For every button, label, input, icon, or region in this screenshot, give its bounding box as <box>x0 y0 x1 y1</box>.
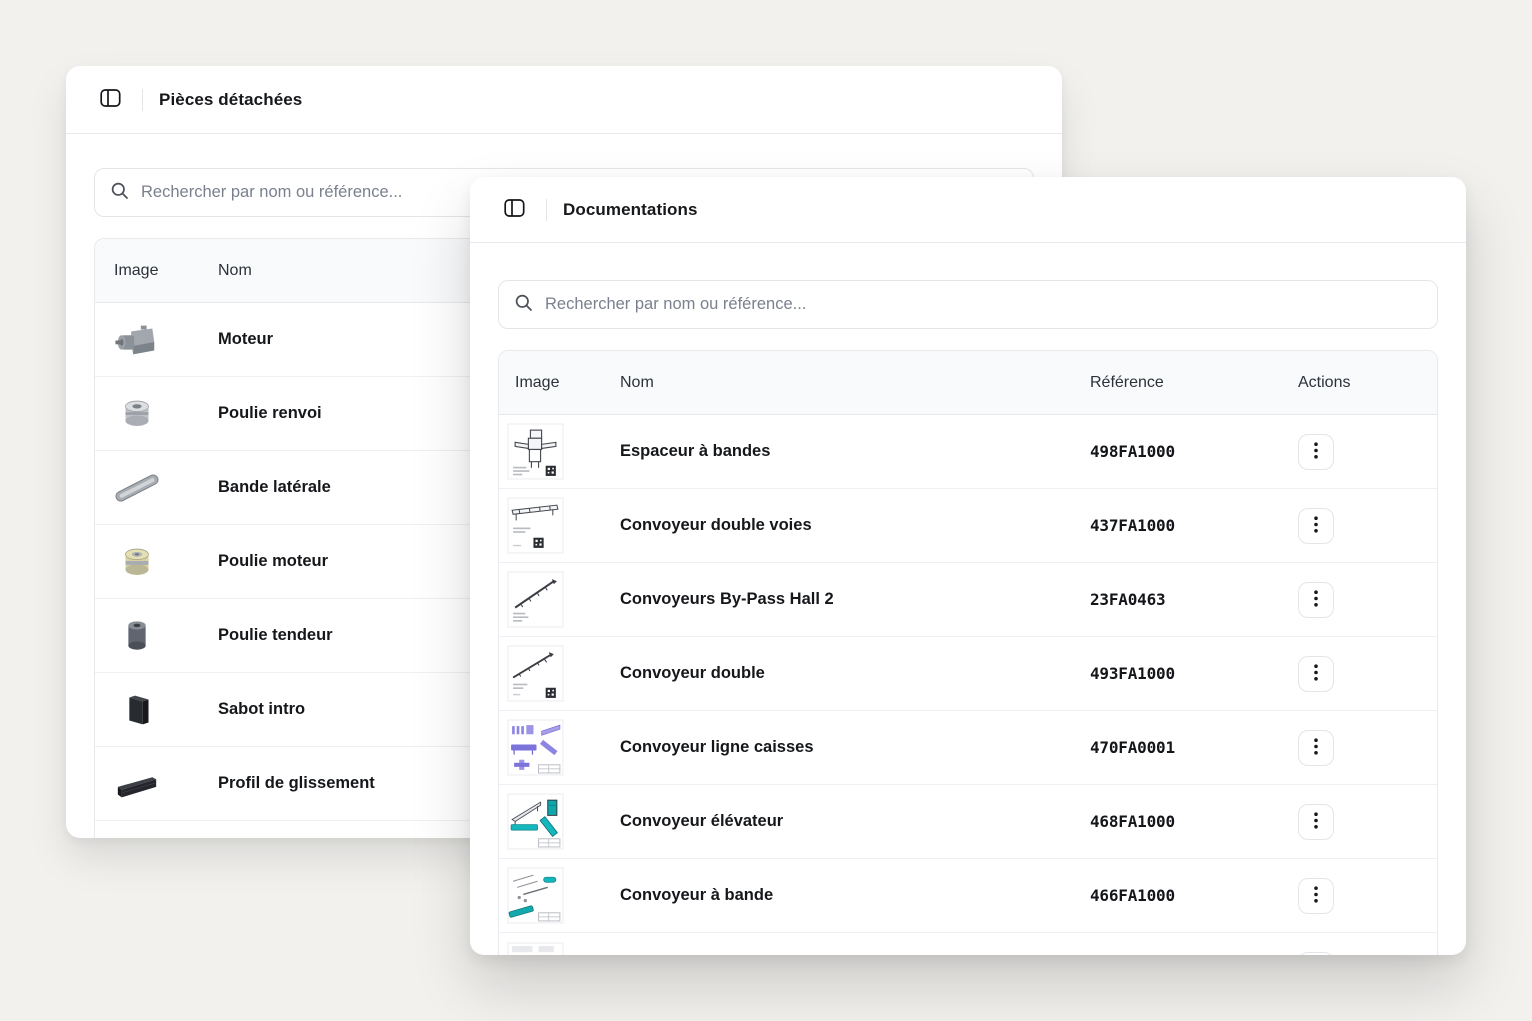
docs-window: Documentations Image Nom Référence Actio… <box>470 177 1466 955</box>
table-row[interactable]: Espaceur à bandes 498FA1000 <box>499 415 1437 489</box>
doc-thumbnail-bypass <box>507 571 564 628</box>
doc-reference: 493FA1000 <box>1090 664 1298 683</box>
table-row[interactable]: Convoyeur à bande 466FA1000 <box>499 859 1437 933</box>
doc-thumbnail-double <box>507 645 564 702</box>
doc-reference: 498FA1000 <box>1090 442 1298 461</box>
header-divider <box>142 89 143 111</box>
parts-window-header: Pièces détachées <box>66 66 1062 134</box>
row-actions-button[interactable] <box>1298 656 1334 692</box>
kebab-icon <box>1314 886 1318 906</box>
row-actions-button[interactable] <box>1298 582 1334 618</box>
column-header-name: Nom <box>620 374 1090 392</box>
doc-thumbnail-espaceur <box>507 423 564 480</box>
doc-name: Convoyeur élévateur <box>620 812 1090 831</box>
doc-thumbnail-a-bande <box>507 867 564 924</box>
table-row-partial <box>499 933 1437 955</box>
row-actions-button[interactable] <box>1298 878 1334 914</box>
row-actions-button[interactable] <box>1298 952 1334 955</box>
doc-thumbnail-elevateur <box>507 793 564 850</box>
doc-reference: 470FA0001 <box>1090 738 1298 757</box>
doc-thumbnail-partial <box>507 942 564 956</box>
product-thumbnail-moteur <box>114 317 160 363</box>
doc-name: Convoyeurs By-Pass Hall 2 <box>620 590 1090 609</box>
table-row[interactable]: Convoyeurs By-Pass Hall 2 23FA0463 <box>499 563 1437 637</box>
search-icon <box>514 293 533 317</box>
column-header-image: Image <box>499 374 620 392</box>
header-divider <box>546 199 547 221</box>
product-thumbnail-profil-glissement <box>114 761 160 807</box>
doc-reference: 468FA1000 <box>1090 812 1298 831</box>
doc-name: Convoyeur double voies <box>620 516 1090 535</box>
product-thumbnail-poulie-renvoi <box>114 391 160 437</box>
docs-search-input[interactable] <box>545 295 1422 314</box>
row-actions-button[interactable] <box>1298 804 1334 840</box>
doc-name: Convoyeur double <box>620 664 1090 683</box>
doc-name: Espaceur à bandes <box>620 442 1090 461</box>
column-header-actions: Actions <box>1298 374 1437 392</box>
table-row[interactable]: Convoyeur double 493FA1000 <box>499 637 1437 711</box>
table-row[interactable]: Convoyeur ligne caisses 470FA0001 <box>499 711 1437 785</box>
doc-name: Convoyeur à bande <box>620 886 1090 905</box>
kebab-icon <box>1314 812 1318 832</box>
panel-left-icon <box>100 88 121 111</box>
doc-reference: 466FA1000 <box>1090 886 1298 905</box>
table-row[interactable]: Convoyeur élévateur 468FA1000 <box>499 785 1437 859</box>
page-title: Pièces détachées <box>159 90 302 110</box>
doc-reference: 23FA0463 <box>1090 590 1298 609</box>
product-thumbnail-sabot-intro <box>114 687 160 733</box>
product-thumbnail-poulie-tendeur <box>114 613 160 659</box>
kebab-icon <box>1314 590 1318 610</box>
docs-table-header: Image Nom Référence Actions <box>499 351 1437 415</box>
product-thumbnail-poulie-moteur <box>114 539 160 585</box>
docs-search <box>498 280 1438 329</box>
column-header-reference: Référence <box>1090 374 1298 392</box>
row-actions-button[interactable] <box>1298 730 1334 766</box>
docs-table: Image Nom Référence Actions <box>498 350 1438 955</box>
panel-left-icon <box>504 198 525 221</box>
search-icon <box>110 181 129 205</box>
sidebar-toggle-button[interactable] <box>94 84 126 116</box>
table-row[interactable]: Convoyeur double voies 437FA1000 <box>499 489 1437 563</box>
sidebar-toggle-button[interactable] <box>498 194 530 226</box>
row-actions-button[interactable] <box>1298 434 1334 470</box>
kebab-icon <box>1314 664 1318 684</box>
page-title: Documentations <box>563 200 698 220</box>
kebab-icon <box>1314 738 1318 758</box>
kebab-icon <box>1314 442 1318 462</box>
doc-thumbnail-double-voies <box>507 497 564 554</box>
row-actions-button[interactable] <box>1298 508 1334 544</box>
docs-window-header: Documentations <box>470 177 1466 243</box>
column-header-image: Image <box>95 262 218 280</box>
doc-name: Convoyeur ligne caisses <box>620 738 1090 757</box>
kebab-icon <box>1314 516 1318 536</box>
product-thumbnail-bande-laterale <box>114 465 160 511</box>
doc-thumbnail-ligne-caisses <box>507 719 564 776</box>
doc-reference: 437FA1000 <box>1090 516 1298 535</box>
